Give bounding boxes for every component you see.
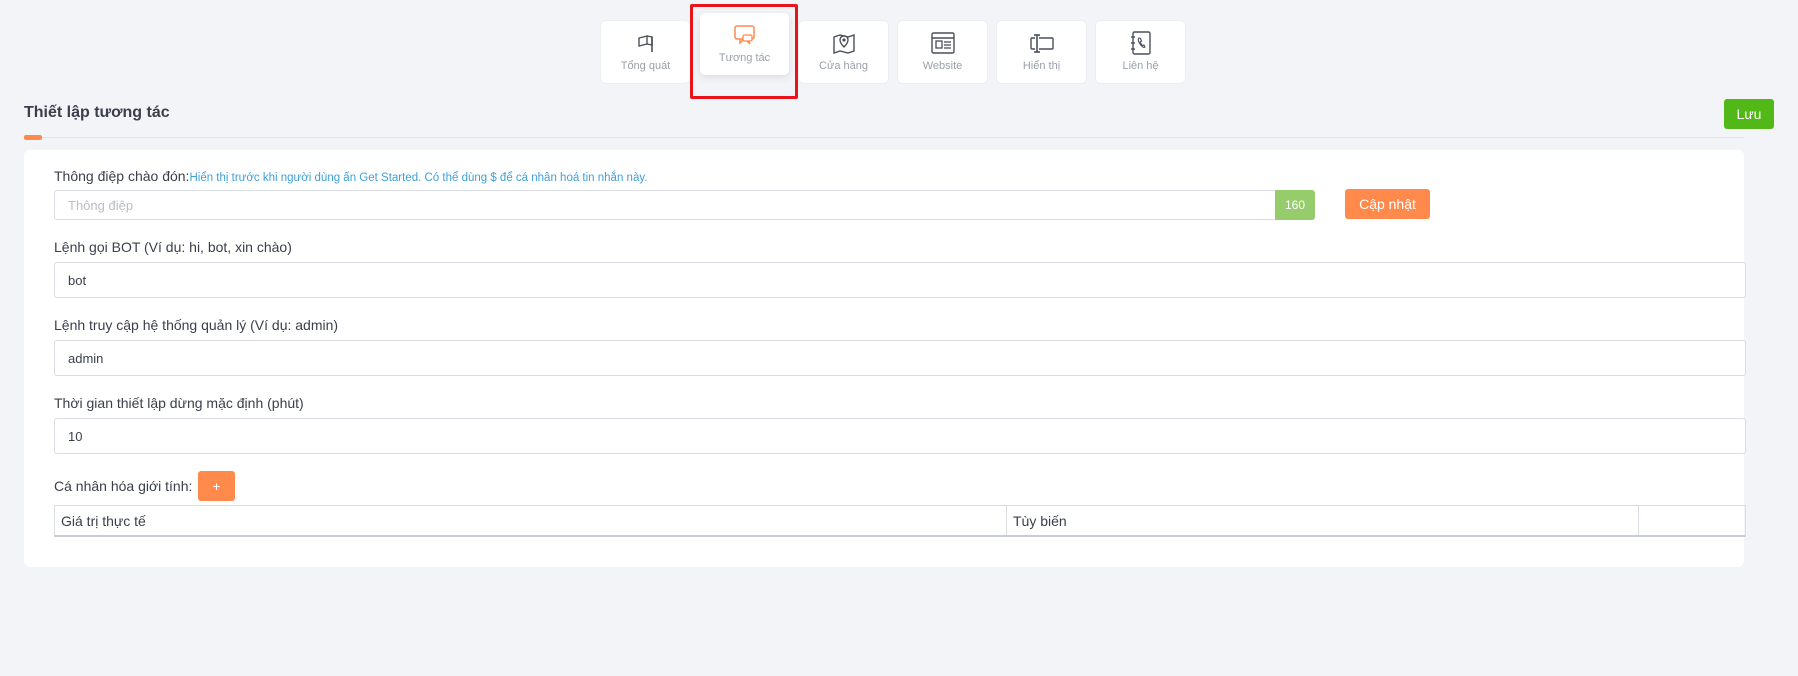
column-header-actual-value: Giá trị thực tế [55,506,1007,535]
tab-interaction[interactable]: Tương tác [700,13,789,75]
bot-command-input[interactable] [54,262,1746,298]
greeting-field-label: Thông điệp chào đón:Hiển thị trước khi n… [54,168,647,184]
tab-website[interactable]: Website [898,21,987,83]
phone-icon [1130,31,1151,55]
tab-website-label: Website [922,60,963,72]
chat-icon [733,25,755,45]
add-gender-button[interactable]: + [198,471,235,501]
browser-icon [930,32,955,54]
column-header-actions [1639,506,1745,535]
title-divider [24,137,1744,138]
gender-personalization-label: Cá nhân hóa giới tính: [54,478,193,494]
title-accent-bar [24,135,42,140]
interaction-settings-card: Thông điệp chào đón:Hiển thị trước khi n… [24,150,1746,567]
greeting-message-input[interactable] [54,190,1276,220]
update-greeting-button[interactable]: Cập nhật [1345,189,1430,219]
settings-tab-bar: Tổng quát Tương tác Cửa hàng Website Hiể… [601,13,1185,83]
gender-table: Giá trị thực tế Tùy biến [54,505,1746,537]
pause-time-label: Thời gian thiết lập dừng mặc định (phút) [54,395,304,411]
tab-overview-label: Tổng quát [620,60,671,72]
tab-contact[interactable]: Liên hệ [1096,21,1185,83]
tab-interaction-label: Tương tác [718,52,771,64]
greeting-char-counter: 160 [1275,190,1315,220]
tab-overview[interactable]: Tổng quát [601,21,690,83]
greeting-label-text: Thông điệp chào đón: [54,168,190,184]
tab-display[interactable]: Hiển thị [997,21,1086,83]
pause-time-input[interactable] [54,418,1746,454]
tab-store-label: Cửa hàng [819,60,868,72]
bot-command-label: Lệnh gọi BOT (Ví dụ: hi, bot, xin chào) [54,239,292,255]
tab-display-label: Hiển thị [1022,60,1061,72]
text-cursor-icon [1029,34,1054,53]
map-pin-icon [832,34,855,54]
save-button[interactable]: Lưu [1724,99,1774,129]
page-title: Thiết lập tương tác [24,104,170,121]
flag-icon [637,35,653,52]
tab-store[interactable]: Cửa hàng [799,21,888,83]
admin-command-input[interactable] [54,340,1746,376]
tab-contact-label: Liên hệ [1122,60,1159,72]
column-header-custom: Tùy biến [1007,506,1639,535]
greeting-hint: Hiển thị trước khi người dùng ấn Get Sta… [189,172,648,184]
admin-command-label: Lệnh truy cập hệ thống quản lý (Ví dụ: a… [54,317,339,333]
